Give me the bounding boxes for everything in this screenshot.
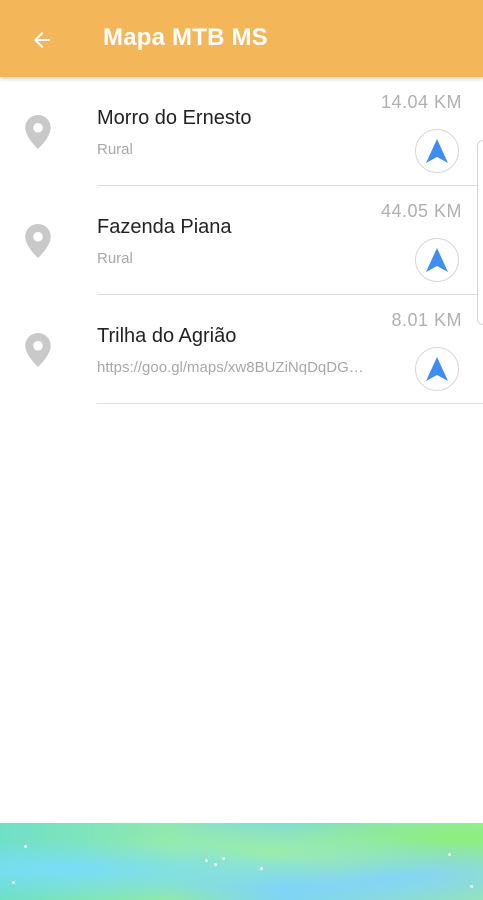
place-distance: 8.01 KM (391, 310, 462, 330)
sparkle-decoration (470, 885, 473, 888)
app-bar: Mapa MTB MS (0, 0, 483, 77)
list-item[interactable]: Trilha do Agrião https://goo.gl/maps/xw8… (0, 295, 483, 404)
sparkle-decoration (12, 881, 15, 884)
list-item[interactable]: Fazenda Piana Rural 44.05 KM (0, 186, 483, 295)
navigation-arrow-icon (426, 139, 448, 163)
place-subtitle: Rural (97, 141, 133, 158)
arrow-left-icon (34, 32, 50, 48)
sparkle-decoration (222, 857, 225, 860)
place-distance: 14.04 KM (380, 92, 462, 112)
place-subtitle: https://goo.gl/maps/xw8BUZiNqDqDGoFq8 (97, 359, 372, 376)
places-list: Morro do Ernesto Rural 14.04 KM Fazenda … (0, 77, 483, 404)
sparkle-decoration (24, 845, 27, 848)
map-pin-icon (25, 333, 51, 367)
sparkle-decoration (260, 867, 263, 870)
scroll-handle[interactable] (477, 140, 483, 325)
ad-banner[interactable] (0, 823, 483, 900)
screen: Mapa MTB MS Morro do Ernesto Rural 14.04… (0, 0, 483, 900)
sparkle-decoration (448, 853, 451, 856)
place-name: Fazenda Piana (97, 216, 232, 238)
map-pin-icon (25, 224, 51, 258)
navigation-arrow-icon (426, 248, 448, 272)
navigate-button[interactable] (415, 347, 459, 391)
navigate-button[interactable] (415, 129, 459, 173)
sparkle-decoration (205, 859, 208, 862)
map-pin-icon (25, 115, 51, 149)
divider (97, 402, 483, 404)
place-name: Morro do Ernesto (97, 107, 252, 129)
sparkle-decoration (214, 863, 217, 866)
back-button[interactable] (22, 20, 62, 60)
navigate-button[interactable] (415, 238, 459, 282)
place-name: Trilha do Agrião (97, 325, 237, 347)
list-item[interactable]: Morro do Ernesto Rural 14.04 KM (0, 77, 483, 186)
place-distance: 44.05 KM (380, 201, 462, 221)
place-subtitle: Rural (97, 250, 133, 267)
navigation-arrow-icon (426, 357, 448, 381)
page-title: Mapa MTB MS (103, 24, 268, 51)
